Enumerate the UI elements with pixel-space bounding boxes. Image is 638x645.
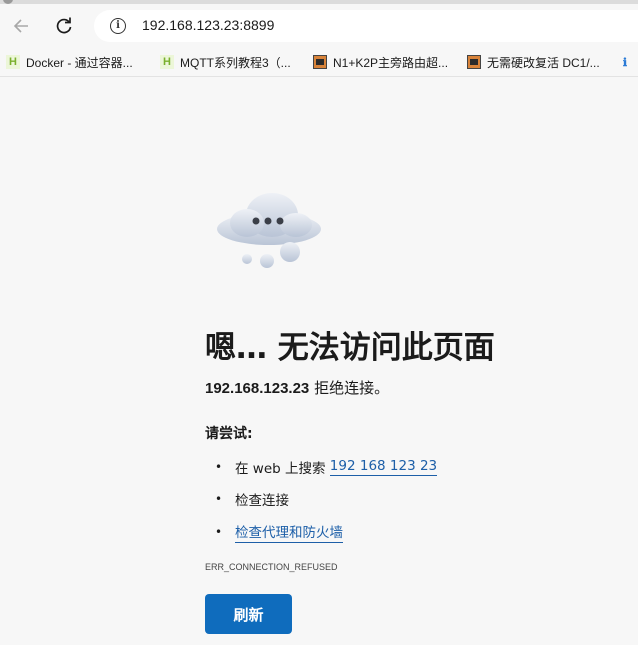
check-proxy-link[interactable]: 检查代理和防火墙 — [235, 521, 343, 543]
bookmark-dc1[interactable]: 无需硬改复活 DC1/... — [467, 52, 600, 72]
suggestion-search: • 在 web 上搜索 192 168 123 23 — [215, 457, 438, 477]
bookmark-overflow[interactable]: ℹ — [618, 52, 638, 72]
try-label: 请尝试: — [205, 426, 253, 442]
browser-toolbar: i 192.168.123.23:8899 — [0, 4, 638, 48]
site-image-icon — [467, 55, 481, 69]
hostloc-h-icon: H — [6, 55, 20, 69]
host-address: 192.168.123.23 — [205, 380, 310, 397]
bookmarks-bar: H Docker - 通过容器... H MQTT系列教程3（... N1+K2… — [0, 48, 638, 77]
suggestion-check-connection: • 检查连接 — [215, 489, 289, 509]
bookmark-docker[interactable]: H Docker - 通过容器... — [6, 52, 133, 72]
bullet: • — [215, 525, 223, 539]
url-text[interactable]: 192.168.123.23:8899 — [142, 17, 274, 33]
site-info-icon[interactable]: i — [110, 18, 126, 34]
bookmark-label: MQTT系列教程3（... — [180, 55, 291, 70]
check-connection-text: 检查连接 — [235, 493, 289, 509]
suggestion-check-proxy: • 检查代理和防火墙 — [215, 521, 343, 543]
reload-button[interactable] — [48, 10, 80, 42]
bookmark-label: N1+K2P主旁路由超... — [333, 55, 449, 70]
bookmark-n1-k2p[interactable]: N1+K2P主旁路由超... — [313, 52, 448, 72]
back-button[interactable] — [6, 10, 38, 42]
bookmark-label: Docker - 通过容器... — [26, 55, 133, 70]
refresh-button[interactable]: 刷新 — [205, 594, 292, 634]
search-web-link[interactable]: 192 168 123 23 — [329, 458, 438, 476]
page-title: 嗯… 无法访问此页面 — [205, 330, 495, 366]
hostloc-h-icon: H — [160, 55, 174, 69]
cloud-icon — [217, 193, 321, 268]
address-bar[interactable]: i 192.168.123.23:8899 — [94, 10, 638, 42]
site-icon: ℹ — [622, 56, 628, 69]
reload-icon — [56, 17, 72, 34]
bullet: • — [215, 460, 223, 474]
arrow-left-icon — [13, 19, 28, 33]
search-prefix: 在 web 上搜索 — [235, 461, 326, 477]
error-code: ERR_CONNECTION_REFUSED — [205, 562, 338, 572]
bullet: • — [215, 492, 223, 506]
error-message: 192.168.123.23 拒绝连接。 — [205, 377, 389, 398]
site-image-icon — [313, 55, 327, 69]
bookmark-label: 无需硬改复活 DC1/... — [487, 55, 600, 70]
bookmark-mqtt[interactable]: H MQTT系列教程3（... — [160, 52, 291, 72]
error-reason: 拒绝连接。 — [314, 379, 390, 397]
error-page: 嗯… 无法访问此页面 192.168.123.23 拒绝连接。 请尝试: • 在… — [0, 77, 638, 645]
